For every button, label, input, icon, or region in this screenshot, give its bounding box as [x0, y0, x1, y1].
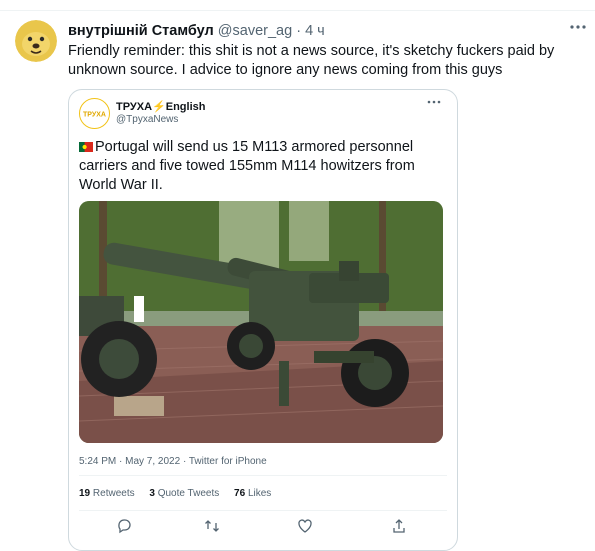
- share-icon[interactable]: [391, 518, 407, 534]
- retweets-count: 19: [79, 488, 91, 499]
- quote-avatar[interactable]: ТРУХА: [79, 98, 110, 129]
- author-handle[interactable]: @saver_ag: [218, 23, 292, 39]
- portugal-flag-icon: [79, 142, 93, 152]
- timestamp[interactable]: 4 ч: [305, 23, 325, 39]
- tweet-header: внутрішній Стамбул @saver_ag · 4 ч: [68, 22, 325, 40]
- quote-divider: [79, 475, 447, 476]
- separator: ·: [296, 23, 302, 39]
- reply-icon[interactable]: [116, 518, 132, 534]
- quote-more-icon[interactable]: [426, 96, 442, 111]
- quote-tweets-stat[interactable]: 3 Quote Tweets: [149, 488, 219, 499]
- quote-author-name[interactable]: ТРУХА⚡English: [116, 100, 205, 113]
- avatar[interactable]: [15, 20, 57, 62]
- author-name[interactable]: внутрішній Стамбул: [68, 23, 214, 39]
- tweet-text: Friendly reminder: this shit is not a ne…: [68, 43, 555, 78]
- quoted-tweet[interactable]: ТРУХА ТРУХА⚡English @TpyxaNews Portugal …: [68, 89, 458, 551]
- quote-stats: 19 Retweets 3 Quote Tweets 76 Likes: [79, 488, 283, 499]
- likes-label: Likes: [247, 488, 272, 499]
- howitzer-photo[interactable]: [79, 201, 443, 443]
- retweets-stat[interactable]: 19 Retweets: [79, 488, 135, 499]
- quote-divider-2: [79, 510, 447, 511]
- retweets-label: Retweets: [92, 488, 135, 499]
- quote-author-handle[interactable]: @TpyxaNews: [116, 114, 178, 125]
- quote-tweets-label: Quote Tweets: [157, 488, 220, 499]
- quote-avatar-text: ТРУХА: [83, 112, 106, 119]
- quote-tweets-count: 3: [149, 488, 155, 499]
- quote-meta[interactable]: 5:24 PM · May 7, 2022 · Twitter for iPho…: [79, 456, 267, 467]
- more-icon[interactable]: [566, 18, 590, 38]
- quote-text: Portugal will send us 15 M113 armored pe…: [79, 138, 439, 195]
- top-divider: [0, 10, 595, 11]
- quote-actions: [69, 518, 457, 538]
- quote-text-body: Portugal will send us 15 M113 armored pe…: [79, 139, 415, 193]
- like-icon[interactable]: [297, 518, 313, 534]
- likes-stat[interactable]: 76 Likes: [234, 488, 271, 499]
- likes-count: 76: [234, 488, 246, 499]
- retweet-icon[interactable]: [204, 518, 220, 534]
